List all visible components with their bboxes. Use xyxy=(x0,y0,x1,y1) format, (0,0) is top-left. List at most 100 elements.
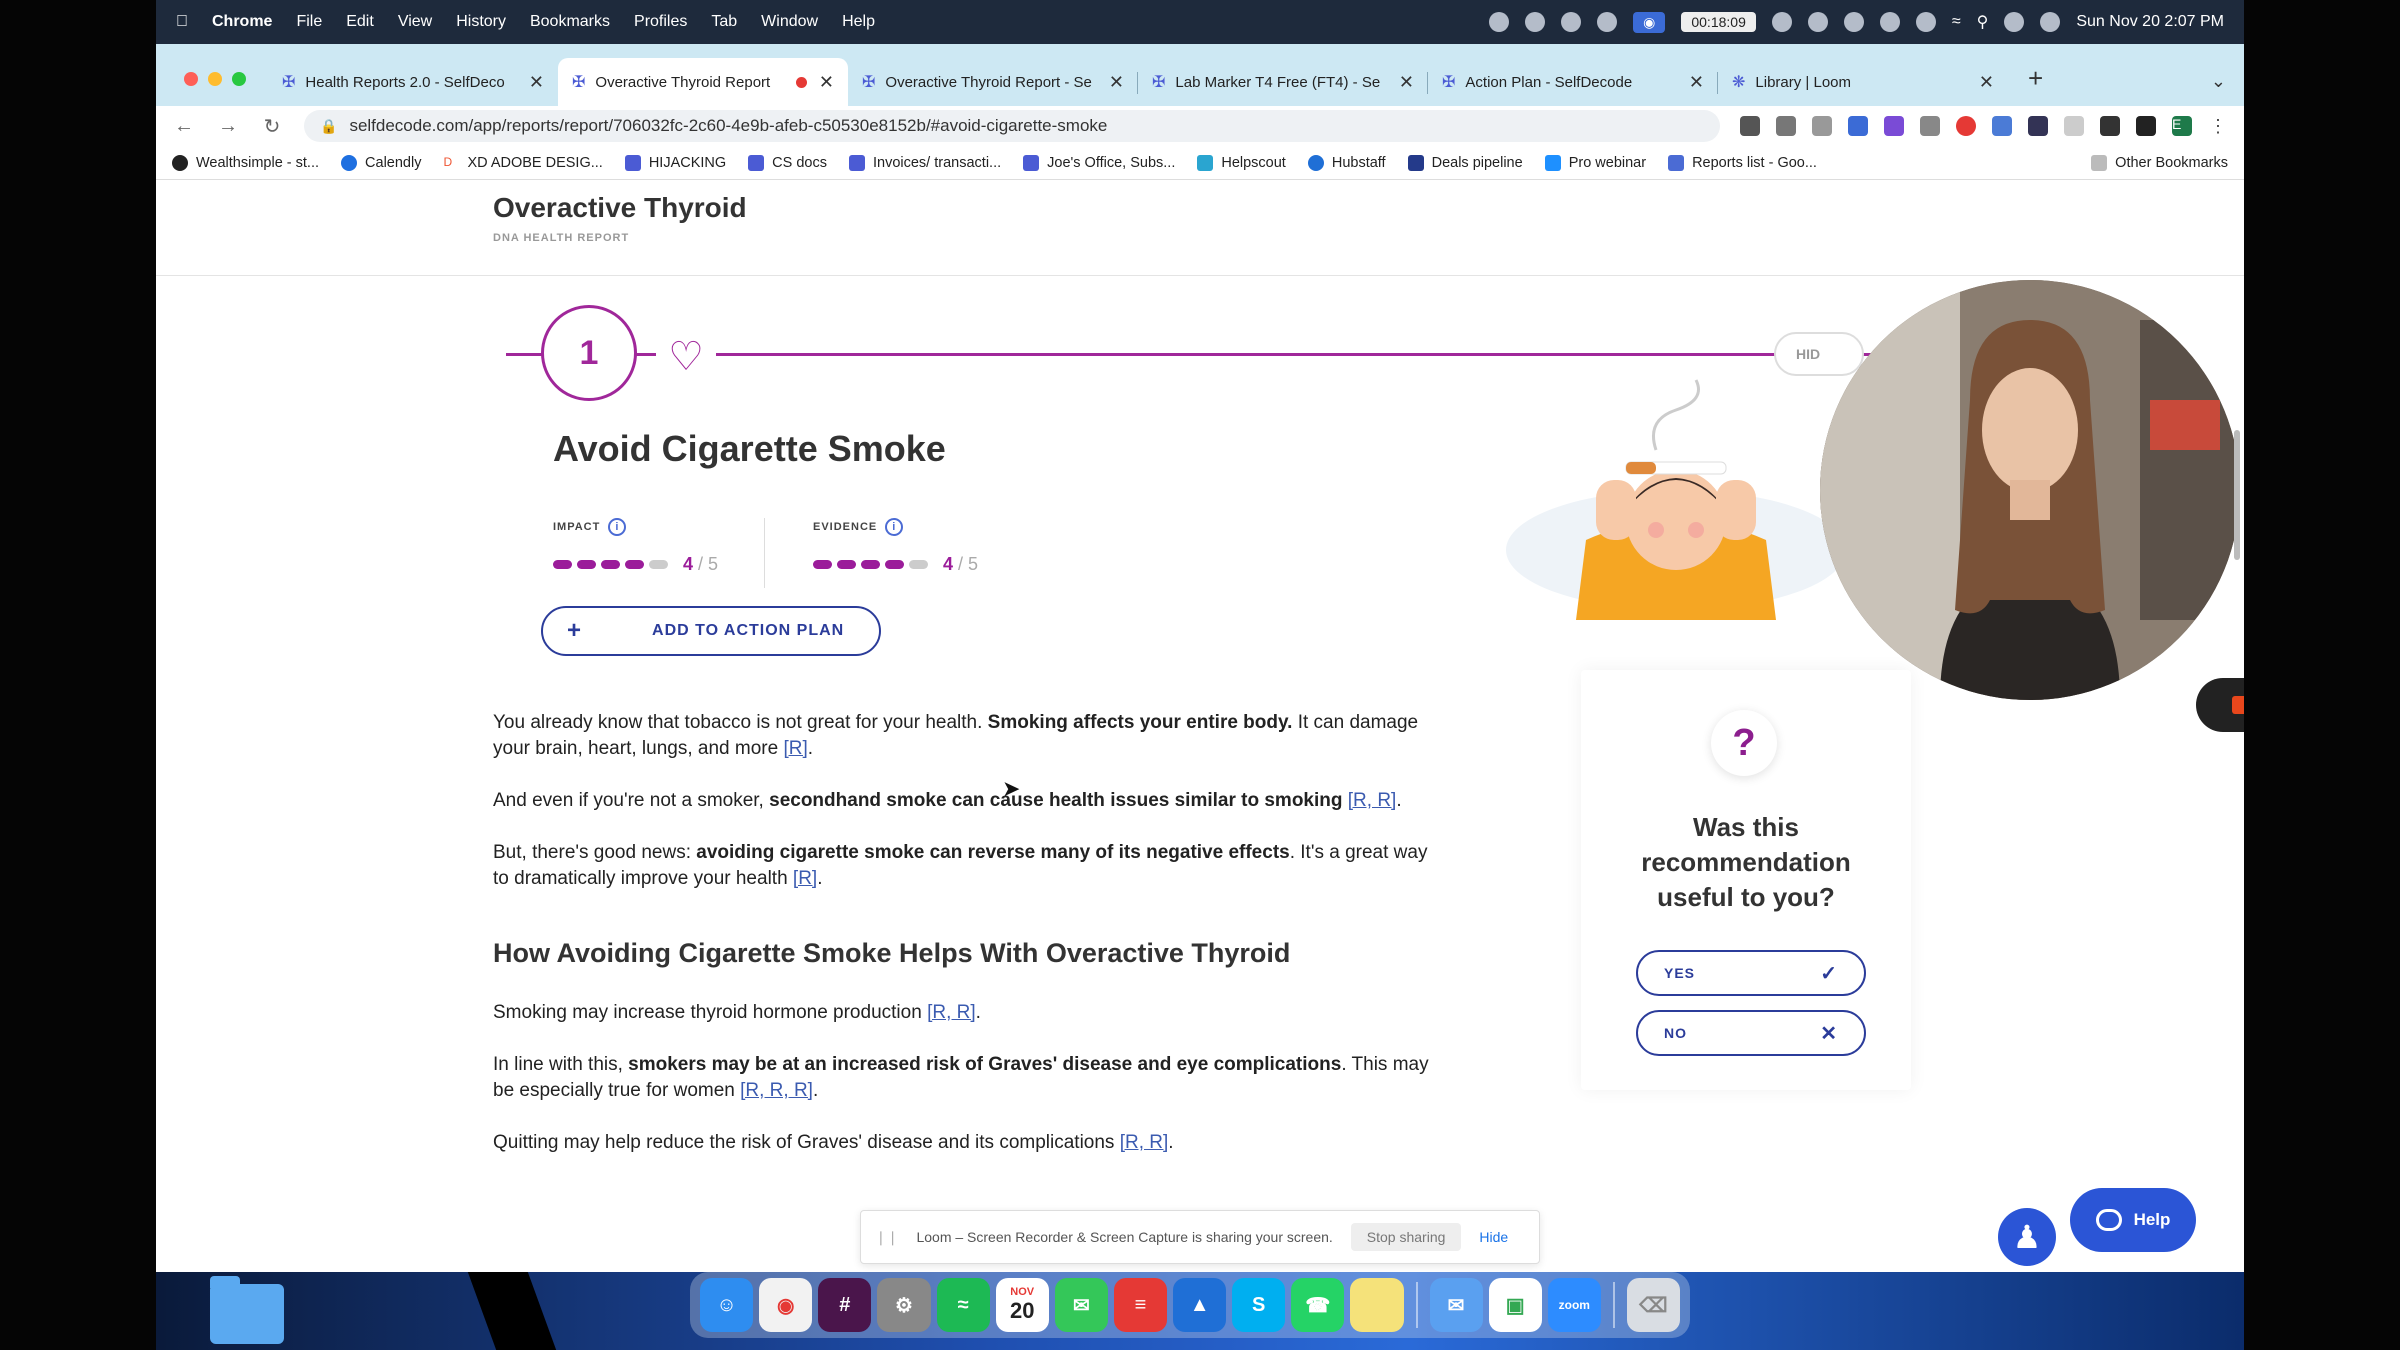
whatsapp-icon[interactable]: ☎ xyxy=(1291,1278,1345,1332)
feedback-no-button[interactable]: NO ✕ xyxy=(1636,1010,1866,1056)
spotify-icon[interactable]: ≈ xyxy=(936,1278,990,1332)
bookmark-item[interactable]: HIJACKING xyxy=(624,154,726,171)
extension-icon[interactable] xyxy=(1956,116,1976,136)
minimize-window-button[interactable] xyxy=(208,72,222,86)
reference-link[interactable]: [R] xyxy=(783,738,807,759)
close-tab-icon[interactable]: ✕ xyxy=(1399,72,1414,93)
lock-icon[interactable]: 🔒 xyxy=(320,118,337,135)
close-tab-icon[interactable]: ✕ xyxy=(529,72,544,93)
loom-record-icon[interactable]: ◉ xyxy=(1633,11,1666,33)
apple-icon[interactable]:  xyxy=(176,13,188,31)
bookmark-item[interactable]: Helpscout xyxy=(1197,154,1286,171)
tab-overactive-thyroid-2[interactable]: ✠ Overactive Thyroid Report - Se ✕ xyxy=(848,58,1138,106)
tab-loom-library[interactable]: ❋ Library | Loom ✕ xyxy=(1718,58,2008,106)
menu-app-name[interactable]: Chrome xyxy=(212,13,272,31)
extension-icon[interactable] xyxy=(1848,116,1868,136)
reference-link[interactable]: [R, R] xyxy=(927,1002,976,1023)
menu-window[interactable]: Window xyxy=(761,13,818,31)
finder-icon[interactable]: ☺ xyxy=(700,1278,754,1332)
reference-link[interactable]: [R, R, R] xyxy=(740,1080,813,1101)
tab-action-plan[interactable]: ✠ Action Plan - SelfDecode ✕ xyxy=(1428,58,1718,106)
calendar-icon[interactable]: NOV 20 xyxy=(995,1278,1049,1332)
extension-icon[interactable] xyxy=(1920,116,1940,136)
flag-icon[interactable] xyxy=(1879,12,1900,32)
skype-icon[interactable]: S xyxy=(1232,1278,1286,1332)
forward-button[interactable]: → xyxy=(216,115,240,138)
info-icon[interactable]: i xyxy=(608,518,627,536)
menu-profiles[interactable]: Profiles xyxy=(634,13,687,31)
zoom-window-button[interactable] xyxy=(232,72,246,86)
slack-icon[interactable]: # xyxy=(818,1278,872,1332)
menu-view[interactable]: View xyxy=(398,13,432,31)
extension-icon[interactable] xyxy=(2064,116,2084,136)
reload-button[interactable]: ↻ xyxy=(260,114,284,139)
reference-link[interactable]: [R, R] xyxy=(1348,790,1397,811)
spotlight-search-icon[interactable]: ⚲ xyxy=(1977,12,1989,32)
tab-overactive-thyroid-active[interactable]: ✠ Overactive Thyroid Report ✕ xyxy=(558,58,848,106)
trash-icon[interactable]: ⌫ xyxy=(1626,1278,1680,1332)
bookmark-item[interactable]: Invoices/ transacti... xyxy=(848,154,1001,171)
share-icon[interactable] xyxy=(1776,116,1796,136)
menu-help[interactable]: Help xyxy=(842,13,875,31)
bookmark-item[interactable]: Reports list - Goo... xyxy=(1668,154,1817,171)
close-tab-icon[interactable]: ✕ xyxy=(1979,72,1994,93)
puzzle-icon[interactable] xyxy=(2100,116,2120,136)
accessibility-icon[interactable]: ♟ xyxy=(1998,1208,2056,1266)
mail-icon[interactable]: ✉ xyxy=(1429,1278,1483,1332)
bookmark-item[interactable]: Deals pipeline xyxy=(1407,154,1523,171)
side-panel-icon[interactable] xyxy=(2136,116,2156,136)
extension-icon[interactable] xyxy=(2028,116,2048,136)
back-button[interactable]: ← xyxy=(172,115,196,138)
new-tab-button[interactable]: + xyxy=(2028,63,2043,94)
close-tab-icon[interactable]: ✕ xyxy=(1109,72,1124,93)
status-icon[interactable] xyxy=(1771,12,1792,32)
tab-lab-marker[interactable]: ✠ Lab Marker T4 Free (FT4) - Se ✕ xyxy=(1138,58,1428,106)
loom-webcam-bubble[interactable] xyxy=(1820,280,2240,700)
add-to-action-plan-button[interactable]: + ADD TO ACTION PLAN xyxy=(541,606,881,656)
close-tab-icon[interactable]: ✕ xyxy=(819,72,834,93)
bookmark-item[interactable]: Wealthsimple - st... xyxy=(172,154,319,171)
info-icon[interactable]: i xyxy=(885,518,904,536)
app-icon[interactable]: ≡ xyxy=(1113,1278,1168,1332)
address-bar[interactable]: 🔒 selfdecode.com/app/reports/report/7060… xyxy=(304,110,1720,142)
kebab-menu-icon[interactable]: ⋮ xyxy=(2208,116,2228,136)
hide-sharing-bar-button[interactable]: Hide xyxy=(1479,1229,1508,1245)
help-button[interactable]: Help xyxy=(2070,1188,2196,1252)
stop-recording-icon[interactable] xyxy=(2232,696,2244,714)
close-window-button[interactable] xyxy=(184,72,198,86)
charts-icon[interactable]: ▣ xyxy=(1488,1278,1542,1332)
status-icon[interactable] xyxy=(1525,12,1546,32)
status-icon[interactable] xyxy=(1807,12,1828,32)
extension-icon[interactable] xyxy=(1884,116,1904,136)
bookmark-item[interactable]: Hubstaff xyxy=(1307,154,1386,171)
close-tab-icon[interactable]: ✕ xyxy=(1689,72,1704,93)
chrome-icon[interactable]: ◉ xyxy=(759,1278,813,1332)
siri-icon[interactable] xyxy=(2040,12,2061,32)
control-center-icon[interactable] xyxy=(2004,12,2025,32)
drag-handle-icon[interactable]: ❘❘ xyxy=(875,1229,898,1246)
extension-icon[interactable] xyxy=(1992,116,2012,136)
menu-tab[interactable]: Tab xyxy=(711,13,737,31)
status-icon[interactable] xyxy=(1843,12,1864,32)
bookmark-item[interactable]: D XD ADOBE DESIG... xyxy=(443,154,603,171)
reference-link[interactable]: [R, R] xyxy=(1120,1132,1169,1153)
bookmark-star-icon[interactable] xyxy=(1812,116,1832,136)
wifi-icon[interactable]: ≈ xyxy=(1952,13,1961,31)
stop-sharing-button[interactable]: Stop sharing xyxy=(1350,1223,1462,1251)
tab-health-reports[interactable]: ✠ Health Reports 2.0 - SelfDeco ✕ xyxy=(268,58,558,106)
url-text[interactable]: selfdecode.com/app/reports/report/706032… xyxy=(349,116,1107,136)
system-preferences-icon[interactable]: ⚙ xyxy=(877,1278,931,1332)
menu-file[interactable]: File xyxy=(296,13,322,31)
notes-icon[interactable] xyxy=(1350,1278,1404,1332)
profile-avatar[interactable]: E xyxy=(2172,116,2192,136)
menubar-clock[interactable]: Sun Nov 20 2:07 PM xyxy=(2076,13,2224,31)
bookmark-item[interactable]: Calendly xyxy=(341,154,421,171)
bookmark-item[interactable]: Pro webinar xyxy=(1544,154,1646,171)
camera-icon[interactable] xyxy=(1740,116,1760,136)
loom-recording-control[interactable] xyxy=(2196,678,2244,732)
messages-icon[interactable]: ✉ xyxy=(1054,1278,1108,1332)
bookmark-item[interactable]: Joe's Office, Subs... xyxy=(1023,154,1175,171)
menu-edit[interactable]: Edit xyxy=(346,13,374,31)
other-bookmarks[interactable]: Other Bookmarks xyxy=(2091,154,2228,171)
folder-icon[interactable] xyxy=(210,1276,284,1344)
